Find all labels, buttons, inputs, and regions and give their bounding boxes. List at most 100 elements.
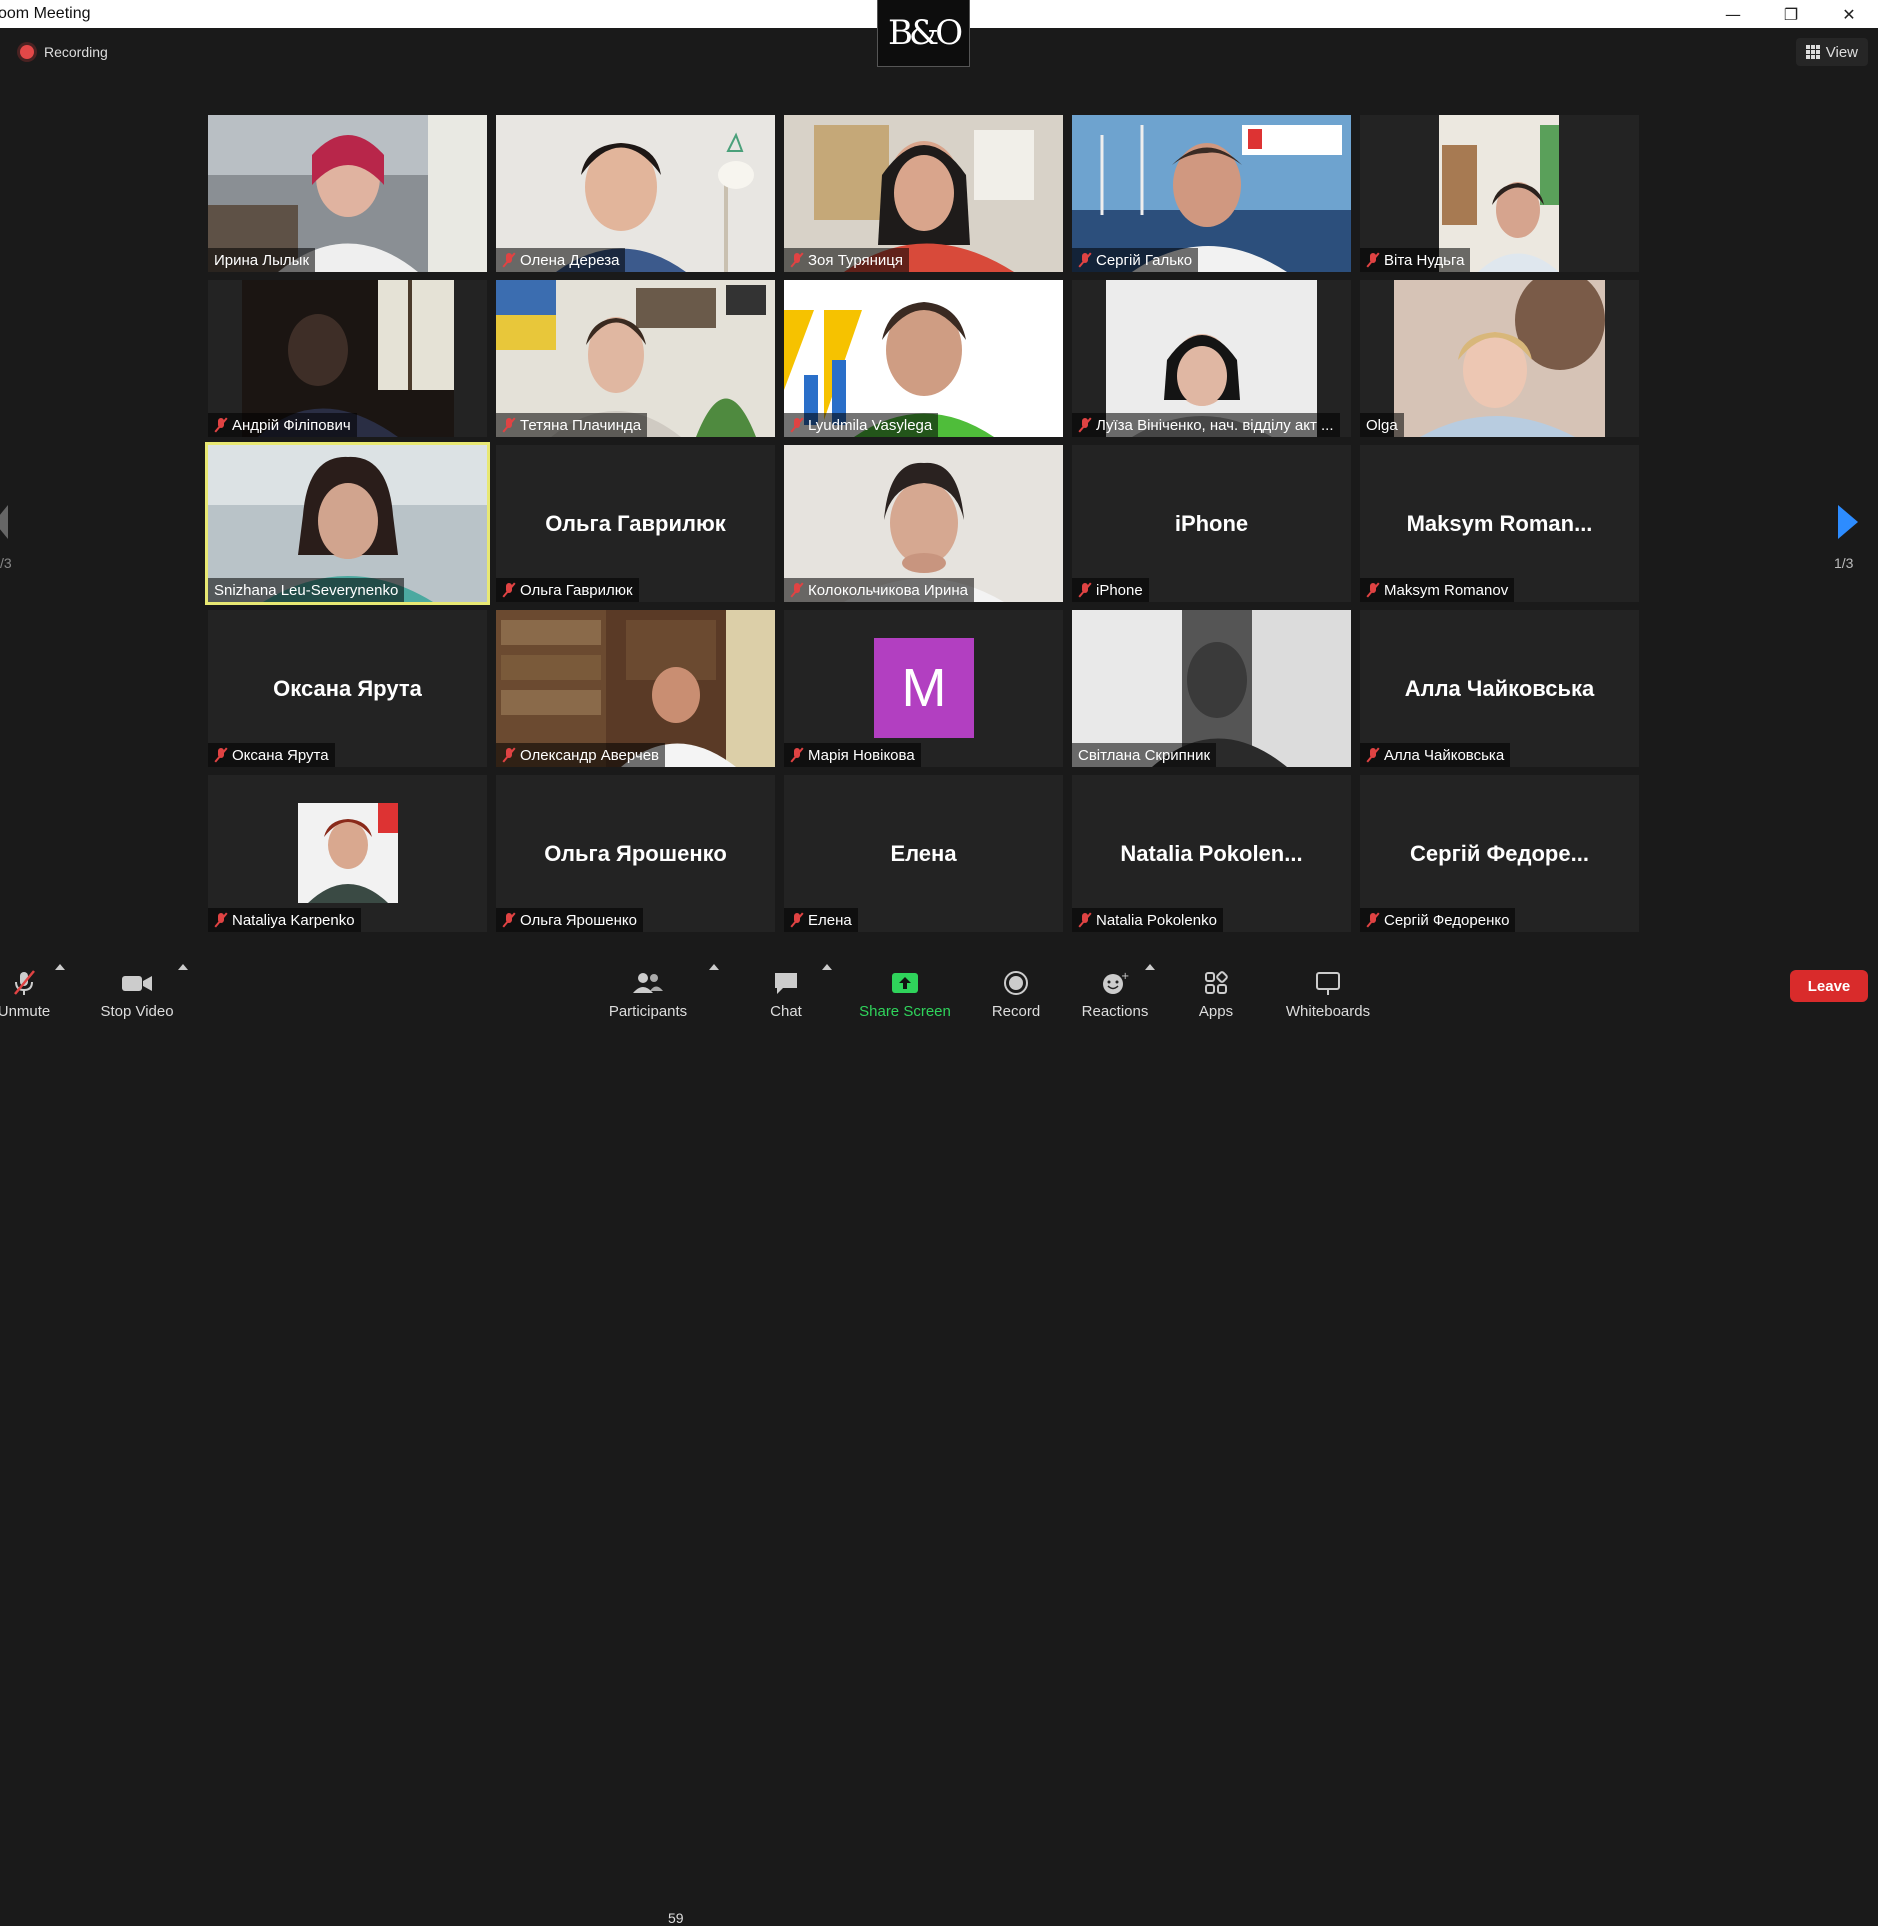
muted-mic-icon	[214, 912, 228, 928]
participant-tile[interactable]: Ольга Гаврилюк Ольга Гаврилюк	[496, 445, 775, 602]
participant-tile[interactable]: Тетяна Плачинда	[496, 280, 775, 437]
participant-tile[interactable]: M Марія Новікова	[784, 610, 1063, 767]
participant-tile[interactable]: Nataliya Karpenko	[208, 775, 487, 932]
participants-button[interactable]: Participants	[602, 958, 694, 1020]
chat-label: Chat	[770, 1003, 802, 1020]
participants-icon	[633, 973, 663, 993]
whiteboards-button[interactable]: Whiteboards	[1280, 958, 1376, 1020]
muted-mic-icon	[1366, 912, 1380, 928]
participant-tile[interactable]: Колокольчикова Ирина	[784, 445, 1063, 602]
participant-tile[interactable]: Natalia Pokolen... Natalia Pokolenko	[1072, 775, 1351, 932]
participant-tile[interactable]: Ирина Лылык	[208, 115, 487, 272]
share-screen-icon	[892, 973, 918, 993]
chat-bubble-icon	[775, 973, 797, 994]
chat-options-caret-icon[interactable]	[822, 964, 832, 970]
view-button[interactable]: View	[1795, 38, 1868, 66]
svg-text:+: +	[1121, 971, 1129, 982]
gallery-view: Ирина Лылык Олена Дереза Зоя Туряниця Се…	[205, 115, 1639, 932]
participant-name: Olga	[1360, 413, 1404, 437]
muted-mic-icon	[790, 252, 804, 268]
participant-name: Алла Чайковська	[1360, 743, 1511, 767]
participant-name: Maksym Romanov	[1360, 578, 1515, 602]
audio-options-caret-icon[interactable]	[55, 964, 65, 970]
participant-tile[interactable]: Оксана Ярута Оксана Ярута	[208, 610, 487, 767]
muted-mic-icon	[502, 912, 516, 928]
apps-label: Apps	[1198, 1003, 1234, 1020]
participant-name: Snizhana Leu-Severynenko	[208, 578, 405, 602]
muted-mic-icon	[790, 747, 804, 763]
muted-microphone-icon	[14, 970, 35, 995]
participants-label: Participants	[608, 1003, 688, 1020]
muted-mic-icon	[502, 747, 516, 763]
participant-name: Тетяна Плачинда	[496, 413, 648, 437]
window-title: oom Meeting	[0, 5, 91, 22]
restore-button[interactable]: ❐	[1762, 0, 1820, 28]
close-button[interactable]: ✕	[1820, 0, 1878, 28]
muted-mic-icon	[214, 417, 228, 433]
participant-tile-active-speaker[interactable]: Snizhana Leu-Severynenko	[205, 442, 490, 605]
record-icon	[1004, 971, 1028, 995]
participant-name: Ольга Гаврилюк	[496, 578, 639, 602]
participant-tile[interactable]: Olga	[1360, 280, 1639, 437]
leave-button[interactable]: Leave	[1790, 970, 1868, 1002]
participant-tile[interactable]: Олена Дереза	[496, 115, 775, 272]
participant-name: Марія Новікова	[784, 743, 921, 767]
reactions-label: Reactions	[1081, 1003, 1149, 1020]
muted-mic-icon	[1078, 417, 1092, 433]
participant-tile[interactable]: iPhone iPhone	[1072, 445, 1351, 602]
participant-name: Ирина Лылык	[208, 248, 316, 272]
participant-name: Віта Нудьга	[1360, 248, 1471, 272]
recording-indicator[interactable]: Recording	[20, 44, 108, 60]
reactions-button[interactable]: + Reactions	[1080, 958, 1150, 1020]
muted-mic-icon	[502, 417, 516, 433]
participant-tile[interactable]: Maksym Roman... Maksym Romanov	[1360, 445, 1639, 602]
brand-logo: B&O	[877, 0, 970, 67]
participant-avatar: M	[874, 638, 974, 738]
participant-name: iPhone	[1072, 578, 1149, 602]
muted-mic-icon	[790, 582, 804, 598]
participant-tile[interactable]: Луїза Вініченко, нач. відділу акт ...	[1072, 280, 1351, 437]
apps-icon	[1205, 971, 1228, 994]
muted-mic-icon	[502, 582, 516, 598]
participant-tile[interactable]: Сергій Галько	[1072, 115, 1351, 272]
participants-options-caret-icon[interactable]	[709, 964, 719, 970]
video-options-caret-icon[interactable]	[178, 964, 188, 970]
stop-video-button[interactable]: Stop Video	[97, 958, 177, 1020]
unmute-button[interactable]: Unmute	[0, 958, 54, 1020]
participant-name: Олена Дереза	[496, 248, 626, 272]
participant-tile[interactable]: Елена Елена	[784, 775, 1063, 932]
record-label: Record	[991, 1003, 1041, 1020]
muted-mic-icon	[790, 417, 804, 433]
participant-tile[interactable]: Алла Чайковська Алла Чайковська	[1360, 610, 1639, 767]
recording-dot-icon	[20, 45, 34, 59]
participant-tile[interactable]: Олександр Аверчев	[496, 610, 775, 767]
apps-button[interactable]: Apps	[1192, 958, 1240, 1020]
stop-video-label: Stop Video	[100, 1003, 174, 1020]
reactions-options-caret-icon[interactable]	[1145, 964, 1155, 970]
unmute-label: Unmute	[0, 1003, 51, 1020]
reactions-smiley-icon: +	[1103, 971, 1129, 994]
muted-mic-icon	[1366, 252, 1380, 268]
participant-tile[interactable]: Зоя Туряниця	[784, 115, 1063, 272]
whiteboard-icon	[1316, 972, 1340, 995]
participant-tile[interactable]: Сергій Федоре... Сергій Федоренко	[1360, 775, 1639, 932]
participant-tile[interactable]: Віта Нудьга	[1360, 115, 1639, 272]
participant-name: Lyudmila Vasylega	[784, 413, 939, 437]
participant-tile[interactable]: Світлана Скрипник	[1072, 610, 1351, 767]
record-button[interactable]: Record	[985, 958, 1047, 1020]
grid-view-icon	[1805, 45, 1820, 59]
participant-tile[interactable]: Ольга Ярошенко Ольга Ярошенко	[496, 775, 775, 932]
participant-tile[interactable]: Lyudmila Vasylega	[784, 280, 1063, 437]
whiteboards-label: Whiteboards	[1285, 1003, 1371, 1020]
muted-mic-icon	[1078, 252, 1092, 268]
previous-page-arrow-icon[interactable]	[0, 505, 8, 539]
muted-mic-icon	[1078, 582, 1092, 598]
participant-name: Елена	[784, 908, 858, 932]
participant-tile[interactable]: Андрій Філіпович	[208, 280, 487, 437]
next-page-arrow-icon[interactable]	[1838, 505, 1858, 539]
share-screen-button[interactable]: Share Screen	[855, 958, 955, 1020]
chat-button[interactable]: Chat	[760, 958, 812, 1020]
participant-name: Сергій Галько	[1072, 248, 1199, 272]
muted-mic-icon	[502, 252, 516, 268]
minimize-button[interactable]: —	[1704, 0, 1762, 28]
